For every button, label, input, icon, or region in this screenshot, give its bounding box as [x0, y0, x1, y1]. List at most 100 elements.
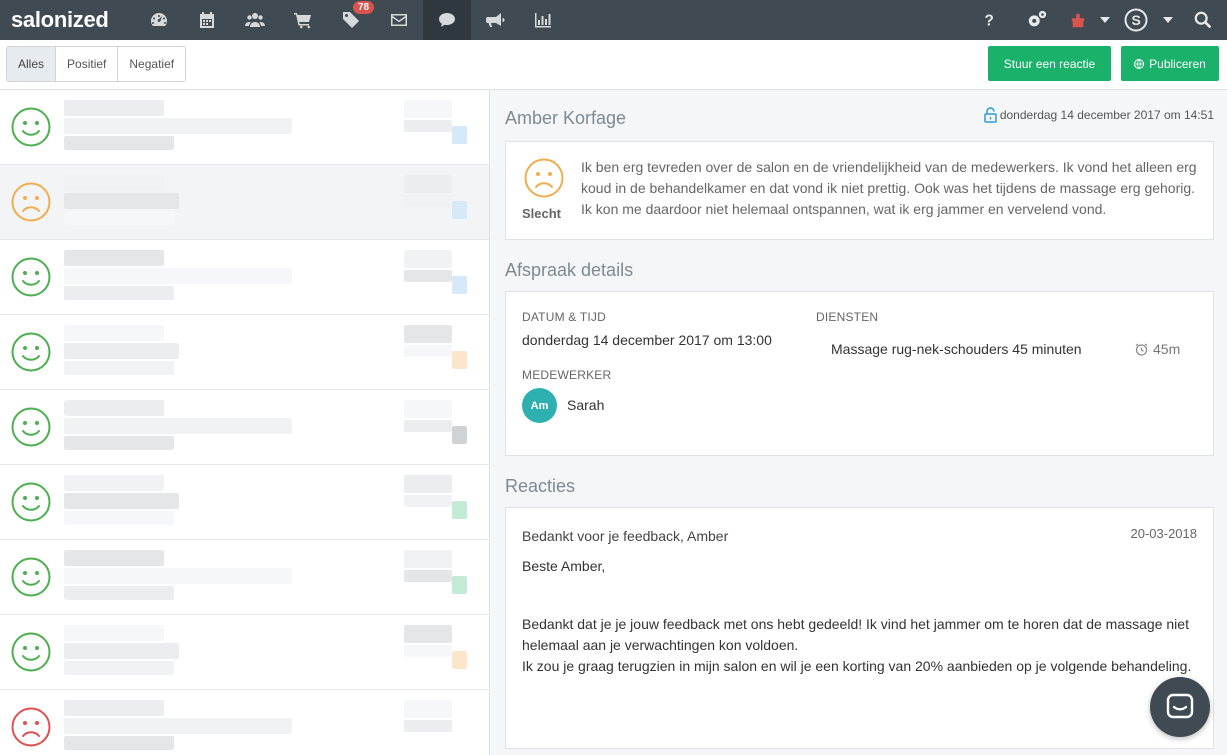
rating-label: Slecht [522, 206, 562, 221]
sad-face-icon [524, 158, 564, 198]
reactions-section-title: Reacties [505, 476, 576, 496]
redacted-text [64, 586, 174, 600]
redacted-text [64, 343, 179, 359]
filter-negative-button[interactable]: Negatief [118, 47, 186, 81]
service-duration: 45m [1135, 341, 1180, 357]
redacted-text [404, 120, 452, 132]
redacted-text [64, 661, 174, 675]
filter-all-button[interactable]: Alles [7, 47, 57, 81]
customers-icon[interactable] [231, 0, 279, 40]
reaction-paragraph: Ik zou je graag terugzien in mijn salon … [522, 658, 1192, 674]
redacted-text [64, 418, 292, 434]
review-date: donderdag 14 december 2017 om 14:51 [984, 107, 1214, 123]
dropdown-icon[interactable] [1095, 0, 1115, 40]
redacted-text [64, 625, 164, 641]
redacted-text [64, 100, 164, 116]
happy-face-icon [11, 332, 51, 372]
redacted-text [64, 250, 164, 266]
calendar-icon[interactable] [183, 0, 231, 40]
review-list-item[interactable] [0, 390, 489, 465]
redacted-status [452, 126, 467, 144]
redacted-text [64, 568, 292, 584]
dashboard-icon[interactable] [135, 0, 183, 40]
cart-icon[interactable] [279, 0, 327, 40]
alarm-clock-icon [1135, 343, 1148, 356]
customer-name: Amber Korfage [505, 108, 627, 128]
mail-icon[interactable] [375, 0, 423, 40]
review-text: Ik ben erg tevreden over de salon en de … [581, 159, 1197, 217]
notification-badge: 78 [353, 1, 375, 14]
redacted-text [64, 700, 164, 716]
svg-text:S: S [1132, 12, 1141, 28]
happy-face-icon [11, 557, 51, 597]
sad-face-icon [11, 707, 51, 747]
filter-positive-button[interactable]: Positief [56, 47, 119, 81]
redacted-text [64, 118, 292, 134]
redacted-text [404, 420, 452, 432]
review-list-item[interactable] [0, 315, 489, 390]
review-list-item[interactable] [0, 90, 489, 165]
redacted-text [64, 436, 174, 450]
megaphone-icon[interactable] [471, 0, 519, 40]
redacted-text [64, 511, 174, 525]
help-icon[interactable]: ? [965, 0, 1013, 40]
send-reaction-button[interactable]: Stuur een reactie [988, 46, 1111, 81]
review-list-item[interactable] [0, 465, 489, 540]
happy-face-icon [11, 407, 51, 447]
tag-icon[interactable]: 78 [327, 0, 375, 40]
redacted-text [404, 325, 452, 343]
datetime-label: Datum & tijd [522, 310, 606, 324]
redacted-text [64, 643, 179, 659]
gift-icon[interactable] [1061, 0, 1095, 40]
redacted-status [452, 651, 467, 669]
redacted-status [452, 501, 467, 519]
redacted-status [452, 351, 467, 369]
redacted-text [64, 475, 164, 491]
reaction-greeting: Beste Amber, [522, 558, 606, 574]
redacted-text [64, 325, 164, 341]
unlock-icon [984, 107, 997, 123]
chart-icon[interactable] [519, 0, 567, 40]
redacted-text [64, 211, 174, 225]
redacted-text [404, 495, 452, 507]
chat-icon[interactable] [423, 0, 471, 40]
settings-icon[interactable] [1013, 0, 1061, 40]
review-list-item[interactable] [0, 240, 489, 315]
employee-name: Sarah [567, 397, 605, 413]
chat-widget-button[interactable] [1150, 677, 1210, 737]
redacted-text [404, 195, 452, 207]
reaction-paragraph: Bedankt dat je je jouw feedback met ons … [522, 616, 1189, 653]
review-date-text: donderdag 14 december 2017 om 14:51 [999, 108, 1214, 122]
review-detail: Amber Korfage donderdag 14 december 2017… [491, 90, 1227, 755]
happy-face-icon [11, 107, 51, 147]
publish-button-label: Publiceren [1149, 56, 1206, 71]
review-list-item[interactable] [0, 165, 489, 240]
reaction-title: Bedankt voor je feedback, Amber [522, 528, 729, 544]
search-icon[interactable] [1179, 0, 1227, 40]
reaction-date: 20-03-2018 [1130, 526, 1198, 541]
redacted-text [64, 493, 179, 509]
redacted-text [64, 268, 292, 284]
svg-text:?: ? [985, 12, 994, 29]
app-logo[interactable]: salonized [11, 7, 135, 33]
review-list-item[interactable] [0, 540, 489, 615]
redacted-text [64, 136, 174, 150]
review-list-item[interactable] [0, 690, 489, 755]
redacted-text [404, 550, 452, 568]
employee-label: Medewerker [522, 368, 612, 382]
dropdown-icon[interactable] [1157, 0, 1179, 40]
review-list [0, 90, 490, 755]
filter-group: Alles Positief Negatief [6, 46, 187, 82]
globe-icon [1134, 58, 1145, 69]
reaction-card: Bedankt voor je feedback, Amber 20-03-20… [505, 507, 1214, 749]
service-duration-text: 45m [1153, 341, 1181, 357]
datetime-value: donderdag 14 december 2017 om 13:00 [522, 332, 772, 348]
publish-button[interactable]: Publiceren [1121, 46, 1219, 81]
redacted-text [404, 270, 452, 282]
account-icon[interactable]: S [1115, 0, 1157, 40]
service-name: Massage rug-nek-schouders 45 minuten [831, 341, 1082, 357]
review-list-item[interactable] [0, 615, 489, 690]
redacted-status [452, 276, 467, 294]
redacted-text [64, 736, 174, 750]
toolbar: Alles Positief Negatief Stuur een reacti… [0, 40, 1227, 90]
